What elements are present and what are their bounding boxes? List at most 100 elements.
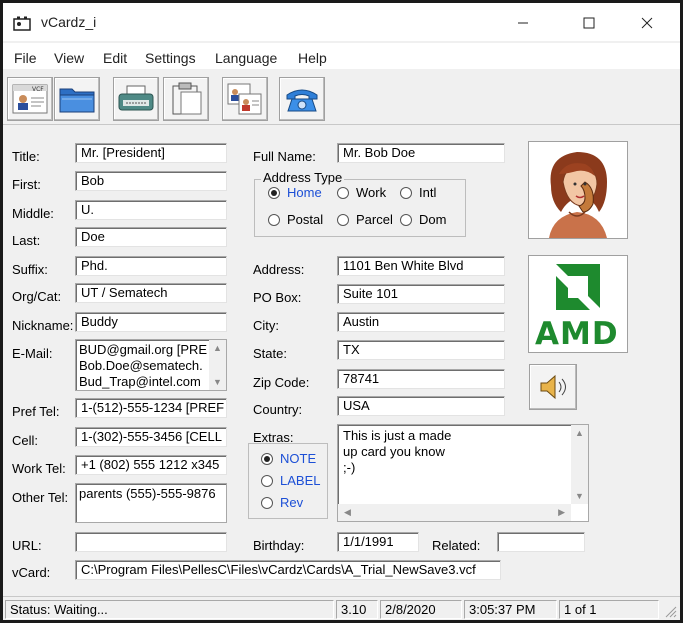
preftel-label: Pref Tel: [12, 404, 60, 419]
zip-code-field[interactable]: 78741 [337, 369, 505, 389]
country-field[interactable]: USA [337, 396, 505, 416]
vcard-path-field[interactable]: C:\Program Files\PellesC\Files\vCardz\Ca… [75, 560, 501, 580]
full-name-field[interactable]: Mr. Bob Doe [337, 143, 505, 163]
related-field[interactable] [497, 532, 585, 552]
email-line: BUD@gmail.org [PRE [79, 342, 208, 357]
address-field[interactable]: 1101 Ben White Blvd [337, 256, 505, 276]
extras-textarea[interactable]: This is just a made up card you know ;-)… [337, 424, 589, 522]
url-field[interactable] [75, 532, 227, 552]
first-name-field[interactable]: Bob [75, 171, 227, 191]
po-box-field[interactable]: Suite 101 [337, 284, 505, 304]
last-name-field[interactable]: Doe [75, 227, 227, 247]
org-field[interactable]: UT / Sematech [75, 283, 227, 303]
title-bar: vCardz_i [3, 3, 680, 41]
contact-cards-icon [227, 83, 262, 115]
pref-tel-field[interactable]: 1-(512)-555-1234 [PREF [75, 398, 227, 418]
nickname-field[interactable]: Buddy [75, 312, 227, 332]
scroll-up-icon[interactable]: ▲ [213, 343, 222, 353]
radio-dot [261, 496, 273, 509]
radio-home[interactable]: Home [268, 185, 322, 200]
scroll-down-icon[interactable]: ▼ [213, 377, 222, 387]
open-button[interactable] [54, 77, 100, 121]
radio-note[interactable]: NOTE [261, 451, 316, 466]
svg-text:VCF: VCF [32, 86, 44, 93]
title-field[interactable]: Mr. [President] [75, 143, 227, 163]
radio-note-label: NOTE [280, 451, 317, 466]
radio-label-label: LABEL [280, 473, 321, 488]
email-line: Bob.Doe@sematech. [79, 358, 203, 373]
radio-intl[interactable]: Intl [400, 185, 436, 200]
minimize-button[interactable] [500, 9, 546, 37]
first-label: First: [12, 177, 41, 192]
radio-rev[interactable]: Rev [261, 495, 303, 510]
extras-hscrollbar[interactable]: ◀ ▶ [338, 504, 571, 521]
scroll-up-icon[interactable]: ▲ [575, 428, 584, 438]
url-label: URL: [12, 538, 42, 553]
clipboard-button[interactable] [163, 77, 209, 121]
close-icon [641, 17, 653, 29]
menu-language[interactable]: Language [215, 50, 277, 66]
city-field[interactable]: Austin [337, 312, 505, 332]
radio-work-label: Work [356, 185, 387, 200]
radio-postal[interactable]: Postal [268, 212, 323, 227]
scroll-right-icon[interactable]: ▶ [558, 507, 565, 518]
suffix-field[interactable]: Phd. [75, 256, 227, 276]
radio-parcel-label: Parcel [356, 212, 393, 227]
scroll-left-icon[interactable]: ◀ [344, 507, 351, 518]
status-text: Status: Waiting... [5, 600, 334, 619]
email-list[interactable]: BUD@gmail.org [PRE Bob.Doe@sematech. Bud… [75, 339, 227, 391]
radio-dot [400, 186, 412, 199]
print-button[interactable] [113, 77, 159, 121]
app-window: vCardz_i File View Edit Settings Languag… [0, 0, 683, 623]
cell-label: Cell: [12, 433, 39, 448]
menu-view[interactable]: View [54, 50, 84, 66]
middle-name-field[interactable]: U. [75, 200, 227, 220]
radio-dot [261, 452, 273, 465]
state-field[interactable]: TX [337, 340, 505, 360]
other-tel-line: parents (555)-555-9876 [79, 486, 216, 501]
menu-edit[interactable]: Edit [103, 50, 127, 66]
resize-grip-icon[interactable] [663, 604, 677, 618]
pobox-label: PO Box: [253, 290, 302, 305]
maximize-button[interactable] [566, 9, 612, 37]
menu-file[interactable]: File [14, 50, 37, 66]
extras-line: ;-) [343, 460, 356, 475]
other-tel-field[interactable]: parents (555)-555-9876 [75, 483, 227, 523]
email-scrollbar[interactable]: ▲ ▼ [209, 340, 226, 390]
radio-label[interactable]: LABEL [261, 473, 320, 488]
menu-settings[interactable]: Settings [145, 50, 196, 66]
dial-button[interactable] [279, 77, 325, 121]
cards-button[interactable] [222, 77, 268, 121]
extras-line: up card you know [343, 444, 445, 459]
radio-parcel[interactable]: Parcel [337, 212, 393, 227]
logo-text: AMD [535, 316, 619, 352]
window-title: vCardz_i [41, 14, 97, 30]
title-label: Title: [12, 149, 40, 164]
address-type-title: Address Type [261, 170, 345, 185]
vcf-button[interactable]: VCF [7, 77, 53, 121]
company-logo[interactable]: AMD [528, 255, 628, 353]
play-sound-button[interactable] [529, 364, 577, 410]
cell-field[interactable]: 1-(302)-555-3456 [CELL [75, 427, 227, 447]
menu-help[interactable]: Help [298, 50, 327, 66]
othertel-label: Other Tel: [12, 490, 69, 505]
zip-label: Zip Code: [253, 375, 310, 390]
status-record: 1 of 1 [559, 600, 659, 619]
radio-work[interactable]: Work [337, 185, 386, 200]
radio-dot [337, 186, 349, 199]
speaker-icon [540, 374, 566, 400]
birthday-field[interactable]: 1/1/1991 [337, 532, 419, 552]
contact-photo[interactable] [528, 141, 628, 239]
email-label: E-Mail: [12, 346, 53, 361]
scroll-down-icon[interactable]: ▼ [575, 491, 584, 501]
radio-dot [268, 213, 280, 226]
radio-dom-label: Dom [419, 212, 447, 227]
work-tel-field[interactable]: +1 (802) 555 1212 x345 [75, 455, 227, 475]
state-label: State: [253, 346, 287, 361]
radio-home-label: Home [287, 185, 322, 200]
extras-vscrollbar[interactable]: ▲ ▼ [571, 425, 588, 504]
radio-dom[interactable]: Dom [400, 212, 446, 227]
close-button[interactable] [624, 9, 670, 37]
radio-rev-label: Rev [280, 495, 304, 510]
radio-dot [268, 186, 280, 199]
